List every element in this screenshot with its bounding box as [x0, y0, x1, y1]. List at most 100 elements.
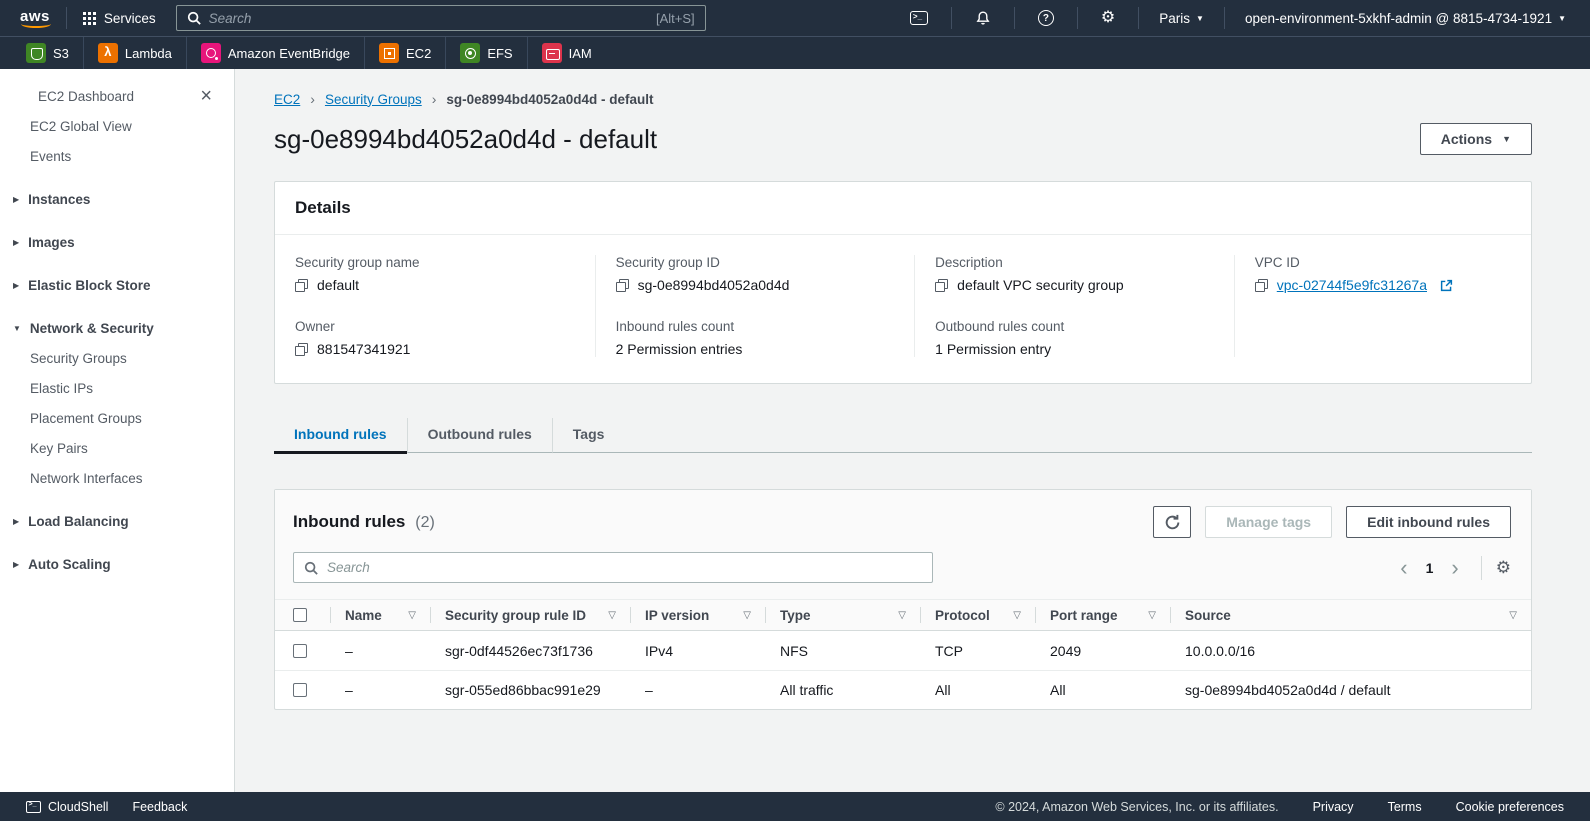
tab-outbound-rules[interactable]: Outbound rules [407, 418, 552, 454]
manage-tags-button[interactable]: Manage tags [1205, 506, 1332, 538]
copy-icon[interactable] [935, 279, 948, 292]
footer-link-cookie-preferences[interactable]: Cookie preferences [1456, 800, 1564, 814]
vpc-id-link[interactable]: vpc-02744f5e9fc31267a [1277, 277, 1427, 293]
aws-logo[interactable]: aws [14, 8, 56, 29]
table-header: Name▽ Security group rule ID▽ IP version… [275, 599, 1531, 631]
sidebar-item-key-pairs[interactable]: Key Pairs [0, 433, 234, 463]
filter-icon[interactable]: ▽ [1013, 610, 1021, 621]
filter-icon[interactable]: ▽ [898, 610, 906, 621]
favorite-ec2[interactable]: EC2 [364, 37, 445, 69]
cell-type: NFS [765, 643, 920, 659]
global-search[interactable]: [Alt+S] [176, 5, 706, 31]
sidebar-item-security-groups[interactable]: Security Groups [0, 343, 234, 373]
refresh-button[interactable] [1153, 506, 1191, 538]
sidebar-item-elastic-ips[interactable]: Elastic IPs [0, 373, 234, 403]
rules-search[interactable] [293, 552, 933, 583]
row-checkbox[interactable] [293, 644, 307, 658]
favorite-label: Amazon EventBridge [228, 46, 350, 61]
s3-icon [26, 43, 46, 63]
favorite-eventbridge[interactable]: Amazon EventBridge [186, 37, 364, 69]
search-icon [304, 561, 318, 575]
footer-feedback-button[interactable]: Feedback [120, 800, 199, 814]
breadcrumb-security-groups[interactable]: Security Groups [325, 92, 422, 107]
region-label: Paris [1159, 11, 1190, 26]
favorite-s3[interactable]: S3 [12, 37, 83, 69]
tab-tags[interactable]: Tags [552, 418, 625, 454]
column-header-name[interactable]: Name▽ [330, 600, 430, 630]
sidebar-section-network-security[interactable]: ▼ Network & Security [0, 313, 234, 343]
sidebar-section-load-balancing[interactable]: ▶ Load Balancing [0, 506, 234, 536]
column-header-port-range[interactable]: Port range ▽ [1035, 600, 1170, 630]
cell-name: – [330, 643, 430, 659]
sidebar-item-ec2-dashboard[interactable]: EC2 Dashboard [30, 81, 134, 111]
previous-page-icon[interactable]: ‹ [1392, 557, 1415, 579]
table-settings-icon[interactable]: ⚙ [1496, 559, 1511, 576]
sidebar-section-auto-scaling[interactable]: ▶ Auto Scaling [0, 549, 234, 579]
field-inbound-rules-count: Inbound rules count 2 Permission entries [616, 319, 895, 357]
field-label: VPC ID [1255, 255, 1511, 270]
services-menu[interactable]: Services [77, 11, 162, 26]
region-selector[interactable]: Paris▼ [1149, 11, 1214, 26]
chevron-separator-icon: › [432, 91, 437, 107]
select-all-checkbox[interactable] [293, 608, 307, 622]
edit-inbound-rules-button[interactable]: Edit inbound rules [1346, 506, 1511, 538]
table-row: – sgr-0df44526ec73f1736 IPv4 NFS TCP 204… [275, 631, 1531, 670]
sidebar-item-network-interfaces[interactable]: Network Interfaces [0, 463, 234, 493]
cloudshell-button[interactable] [897, 11, 941, 25]
copy-icon[interactable] [295, 343, 308, 356]
filter-icon[interactable]: ▽ [408, 610, 416, 621]
sidebar-item-events[interactable]: Events [0, 141, 234, 171]
column-label: Port range [1050, 608, 1118, 623]
column-label: Type [780, 608, 811, 623]
footer: CloudShell Feedback © 2024, Amazon Web S… [0, 792, 1590, 821]
next-page-icon[interactable]: › [1443, 557, 1466, 579]
efs-icon [460, 43, 480, 63]
copy-icon[interactable] [616, 279, 629, 292]
sidebar-item-placement-groups[interactable]: Placement Groups [0, 403, 234, 433]
cell-rule-id: sgr-0df44526ec73f1736 [430, 643, 630, 659]
terminal-icon [910, 11, 928, 25]
row-checkbox[interactable] [293, 683, 307, 697]
sidebar-section-elastic-block-store[interactable]: ▶ Elastic Block Store [0, 270, 234, 300]
field-value: 881547341921 [317, 341, 410, 357]
account-label: open-environment-5xkhf-admin @ 8815-4734… [1245, 11, 1552, 26]
filter-icon[interactable]: ▽ [1148, 610, 1156, 621]
field-description: Description default VPC security group [935, 255, 1214, 293]
field-security-group-name: Security group name default [295, 255, 575, 293]
column-header-rule-id[interactable]: Security group rule ID▽ [430, 600, 630, 630]
footer-link-privacy[interactable]: Privacy [1313, 800, 1354, 814]
sidebar-section-instances[interactable]: ▶ Instances [0, 184, 234, 214]
filter-icon[interactable]: ▽ [1509, 610, 1517, 621]
help-button[interactable]: ? [1025, 10, 1067, 26]
tab-inbound-rules[interactable]: Inbound rules [274, 418, 407, 454]
column-header-source[interactable]: Source ▽ [1170, 600, 1531, 630]
field-value: default VPC security group [957, 277, 1124, 293]
filter-icon[interactable]: ▽ [743, 610, 751, 621]
settings-button[interactable]: ⚙ [1088, 10, 1128, 26]
filter-icon[interactable]: ▽ [608, 610, 616, 621]
sidebar-section-images[interactable]: ▶ Images [0, 227, 234, 257]
details-title: Details [295, 198, 351, 217]
section-label: Network & Security [30, 321, 154, 336]
column-header-ip-version[interactable]: IP version▽ [630, 600, 765, 630]
footer-cloudshell-button[interactable]: CloudShell [14, 800, 120, 814]
column-label: Source [1185, 608, 1231, 623]
column-header-type[interactable]: Type ▽ [765, 600, 920, 630]
cloudshell-label: CloudShell [48, 800, 108, 814]
sidebar-item-ec2-global-view[interactable]: EC2 Global View [0, 111, 234, 141]
global-search-input[interactable] [209, 11, 648, 26]
favorite-iam[interactable]: IAM [527, 37, 606, 69]
footer-link-terms[interactable]: Terms [1388, 800, 1422, 814]
actions-button[interactable]: Actions ▼ [1420, 123, 1532, 155]
close-icon[interactable]: × [200, 86, 212, 106]
copy-icon[interactable] [295, 279, 308, 292]
copy-icon[interactable] [1255, 279, 1268, 292]
rules-search-input[interactable] [327, 560, 922, 575]
favorite-efs[interactable]: EFS [445, 37, 526, 69]
account-menu[interactable]: open-environment-5xkhf-admin @ 8815-4734… [1235, 11, 1576, 26]
page-number[interactable]: 1 [1420, 560, 1440, 576]
favorite-lambda[interactable]: Lambda [83, 37, 186, 69]
breadcrumb-ec2[interactable]: EC2 [274, 92, 300, 107]
column-header-protocol[interactable]: Protocol▽ [920, 600, 1035, 630]
notifications-button[interactable] [962, 10, 1004, 26]
